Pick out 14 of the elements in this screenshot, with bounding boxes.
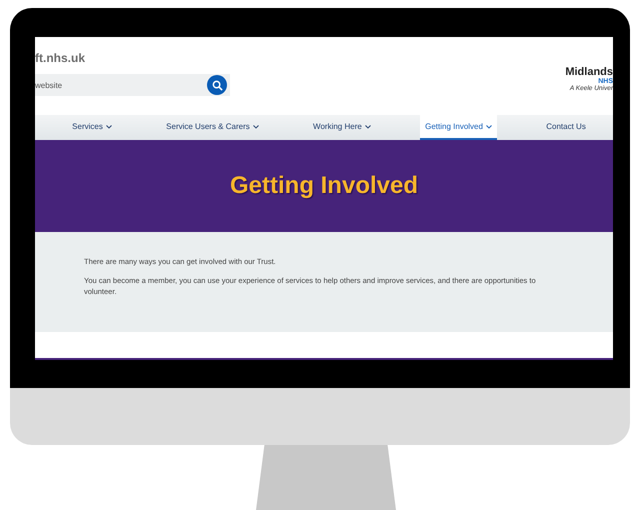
- search-field[interactable]: website: [35, 74, 230, 96]
- chevron-icon: [486, 124, 492, 128]
- logo-name: Midlands: [565, 66, 613, 78]
- nav-tab[interactable]: Getting Involved: [420, 115, 497, 140]
- page-title: Getting Involved: [230, 172, 418, 200]
- chevron-icon: [106, 124, 112, 128]
- chevron-icon: [252, 124, 259, 128]
- nav-tab[interactable]: Working Here: [308, 115, 376, 140]
- nav-tab[interactable]: Services: [67, 115, 117, 140]
- nav-tab[interactable]: Service Users & Carers: [161, 115, 264, 140]
- site-address: ft.nhs.uk: [35, 51, 86, 65]
- nav-tab[interactable]: Contact Us: [541, 115, 591, 140]
- search-icon: [212, 80, 222, 90]
- chevron-icon: [364, 124, 371, 128]
